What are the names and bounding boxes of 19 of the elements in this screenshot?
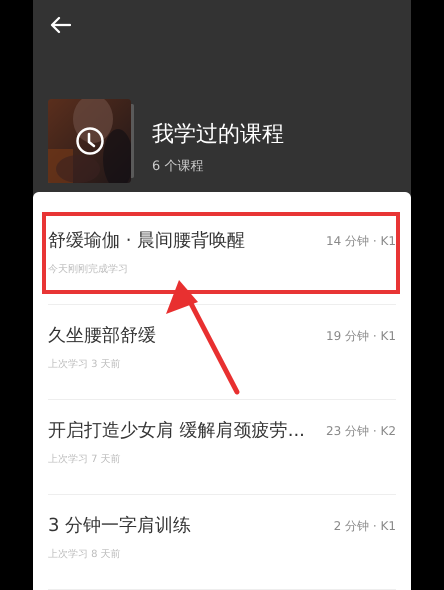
course-title: 久坐腰部舒缓 bbox=[48, 324, 156, 348]
clock-icon bbox=[75, 126, 105, 156]
course-meta: 14 分钟 · K1 bbox=[326, 232, 396, 250]
last-study-time: 上次学习 8 天前 bbox=[48, 548, 122, 561]
course-item[interactable]: 开启打造少女肩 缓解肩颈疲劳... 23 分钟 · K2 上次学习 7 天前 bbox=[48, 400, 396, 495]
course-title: 3 分钟一字肩训练 bbox=[48, 514, 192, 538]
course-title: 舒缓瑜伽 · 晨间腰背唤醒 bbox=[48, 229, 246, 253]
course-meta: 19 分钟 · K1 bbox=[326, 328, 396, 344]
last-study-time: 上次学习 7 天前 bbox=[48, 452, 122, 466]
back-arrow-icon[interactable] bbox=[49, 16, 71, 34]
course-item[interactable]: 舒缓瑜伽 · 晨间腰背唤醒 14 分钟 · K1 今天刚刚完成学习 bbox=[48, 210, 396, 305]
page-title: 我学过的课程 bbox=[152, 121, 284, 149]
course-count: 6 个课程 bbox=[152, 158, 204, 175]
course-item[interactable]: 3 分钟一字肩训练 2 分钟 · K1 上次学习 8 天前 bbox=[48, 495, 396, 590]
course-title: 开启打造少女肩 缓解肩颈疲劳... bbox=[48, 419, 305, 443]
last-study-time: 上次学习 3 天前 bbox=[48, 358, 122, 371]
course-meta: 2 分钟 · K1 bbox=[334, 518, 396, 534]
last-study-time: 今天刚刚完成学习 bbox=[48, 262, 129, 276]
course-meta: 23 分钟 · K2 bbox=[326, 422, 396, 440]
